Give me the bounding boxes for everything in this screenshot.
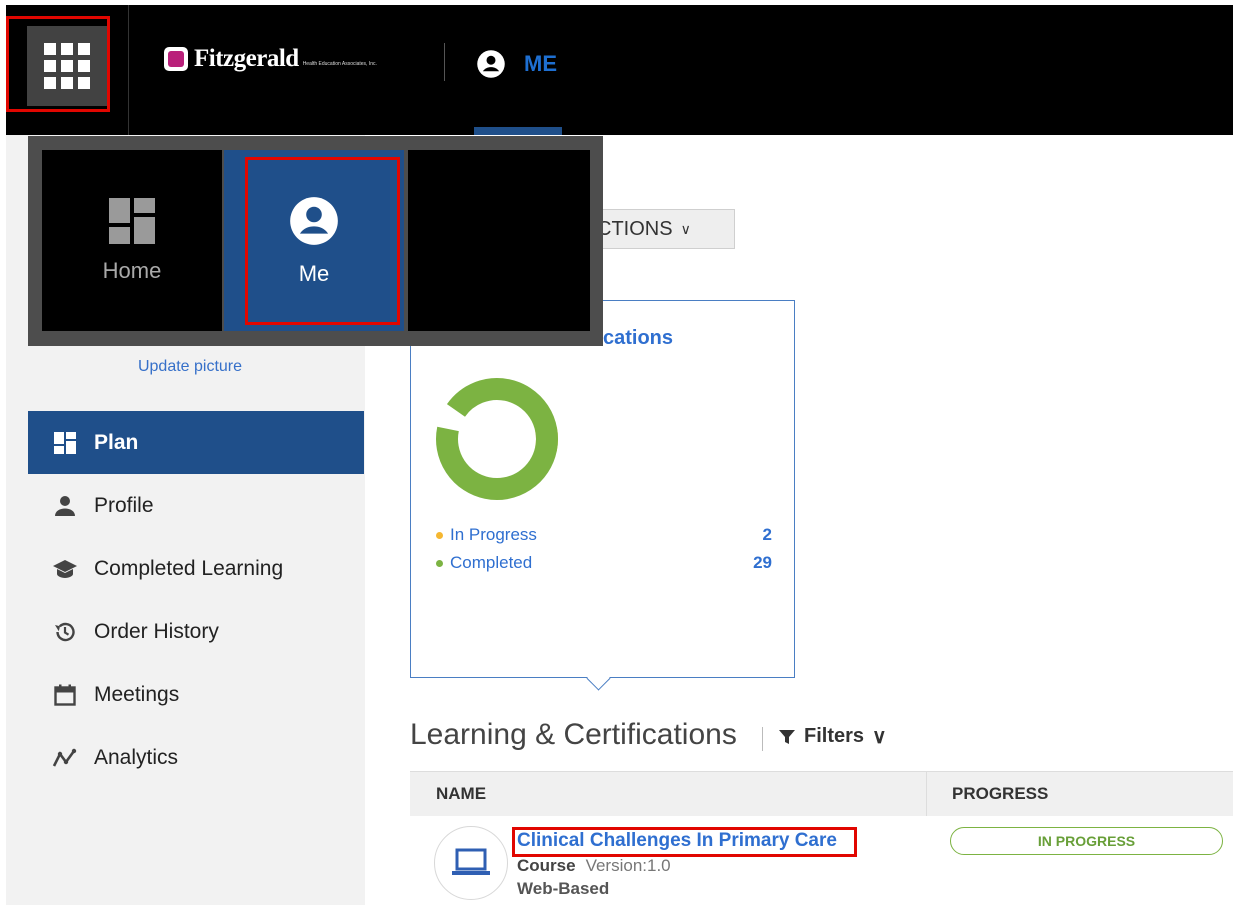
sidebar-item-label: Completed Learning bbox=[94, 556, 284, 580]
donut-slice-completed[interactable] bbox=[436, 378, 558, 500]
sidebar-item-order-history[interactable]: Order History bbox=[28, 600, 364, 663]
column-header-name[interactable]: NAME bbox=[436, 784, 486, 804]
legend-label: In Progress bbox=[450, 525, 537, 544]
top-bar: Fitzgerald Health Education Associates, … bbox=[6, 5, 1233, 135]
sidebar-item-label: Profile bbox=[94, 493, 154, 517]
sidebar-item-label: Order History bbox=[94, 619, 219, 643]
course-version: Version:1.0 bbox=[585, 856, 671, 875]
highlight-box bbox=[512, 827, 857, 857]
filters-label: Filters bbox=[804, 725, 865, 747]
status-badge: IN PROGRESS bbox=[950, 827, 1223, 855]
card-title[interactable]: cations bbox=[603, 327, 673, 350]
progress-donut-chart bbox=[436, 378, 558, 500]
legend-label: Completed bbox=[450, 553, 533, 572]
sidebar-item-label: Meetings bbox=[94, 682, 180, 706]
account-circle-icon bbox=[477, 50, 505, 78]
sidebar-item-label: Analytics bbox=[94, 745, 179, 769]
sidebar-item-label: Plan bbox=[94, 430, 139, 454]
actions-dropdown[interactable]: CTIONS ∨ bbox=[588, 209, 735, 249]
analytics-icon bbox=[52, 745, 78, 771]
course-meta: Course Version:1.0 bbox=[517, 856, 671, 876]
section-title: Learning & Certifications bbox=[410, 718, 737, 751]
graduation-cap-icon bbox=[52, 556, 78, 582]
sidebar-item-profile[interactable]: Profile bbox=[28, 474, 364, 537]
active-tab-indicator bbox=[474, 127, 562, 135]
app-tile-label: Home bbox=[102, 257, 162, 283]
learning-summary-card[interactable]: cations In Progress 2 Completed 29 bbox=[410, 300, 795, 678]
brand-name: Fitzgerald bbox=[194, 45, 299, 72]
app-tile-home[interactable]: Home bbox=[42, 150, 222, 331]
highlight-box bbox=[245, 157, 400, 325]
course-delivery: Web-Based bbox=[517, 879, 610, 898]
legend-row[interactable]: Completed 29 bbox=[436, 553, 772, 573]
highlight-box bbox=[6, 16, 110, 112]
legend-dot-in-progress bbox=[436, 531, 443, 539]
actions-label: CTIONS bbox=[597, 217, 673, 240]
course-thumbnail bbox=[434, 826, 508, 900]
divider bbox=[444, 43, 445, 81]
course-type: Course bbox=[517, 856, 576, 875]
nav-me[interactable]: ME bbox=[476, 49, 557, 79]
sidebar-item-plan[interactable]: Plan bbox=[28, 411, 364, 474]
logo-mark-icon bbox=[164, 47, 188, 71]
filters-button[interactable]: Filters ∨ bbox=[778, 724, 887, 749]
legend-value: 29 bbox=[753, 553, 772, 572]
divider bbox=[762, 727, 763, 751]
nav-me-label: ME bbox=[524, 51, 557, 76]
brand-logo[interactable]: Fitzgerald Health Education Associates, … bbox=[164, 45, 377, 73]
legend-value: 2 bbox=[762, 525, 772, 544]
sidebar-item-meetings[interactable]: Meetings bbox=[28, 663, 364, 726]
chevron-down-icon: ∨ bbox=[872, 726, 887, 748]
laptop-icon bbox=[452, 848, 490, 875]
table-header: NAME PROGRESS bbox=[410, 771, 1233, 816]
divider bbox=[128, 5, 129, 135]
dashboard-icon bbox=[52, 430, 78, 456]
update-picture-link[interactable]: Update picture bbox=[0, 358, 380, 376]
history-icon bbox=[52, 619, 78, 645]
filter-icon bbox=[779, 729, 795, 744]
legend-row[interactable]: In Progress 2 bbox=[436, 525, 772, 545]
brand-subtitle: Health Education Associates, Inc. bbox=[302, 61, 377, 67]
column-divider bbox=[926, 772, 927, 816]
person-icon bbox=[52, 493, 78, 519]
app-tile-empty bbox=[408, 150, 590, 331]
dashboard-icon bbox=[109, 197, 155, 244]
column-header-progress[interactable]: PROGRESS bbox=[952, 784, 1048, 804]
calendar-icon bbox=[52, 682, 78, 708]
sidebar-item-analytics[interactable]: Analytics bbox=[28, 726, 364, 789]
chevron-down-icon: ∨ bbox=[680, 220, 691, 237]
legend-dot-completed bbox=[436, 559, 443, 567]
sidebar-item-completed-learning[interactable]: Completed Learning bbox=[28, 537, 364, 600]
